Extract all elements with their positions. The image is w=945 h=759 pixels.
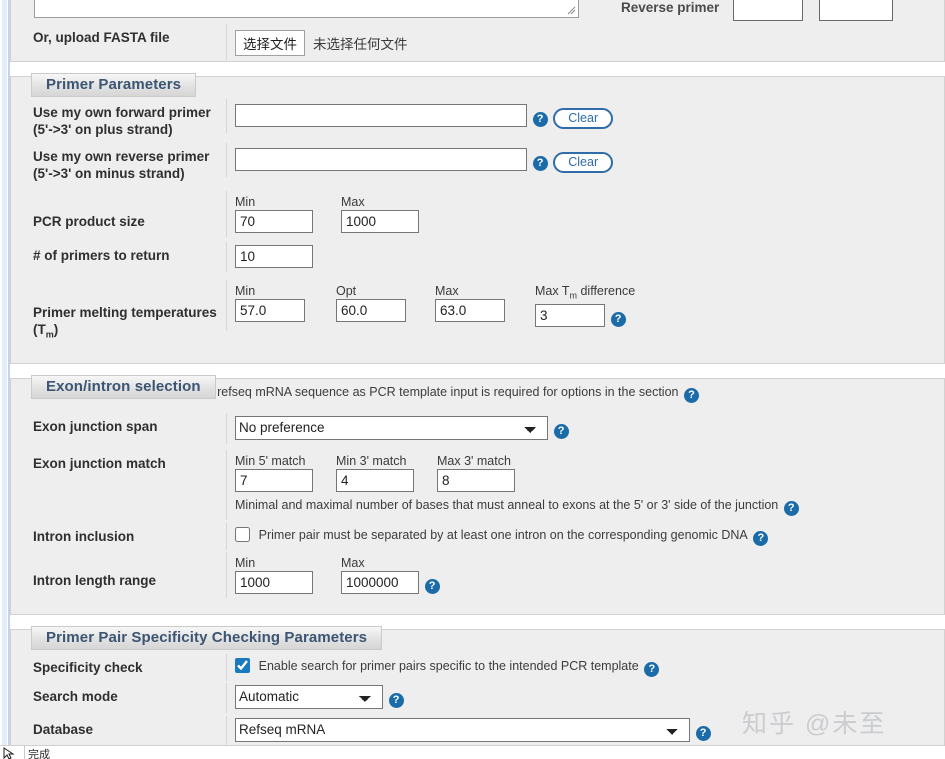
specificity-panel: Primer Pair Specificity Checking Paramet… [10,625,945,759]
exon-junction-match-help-icon[interactable]: ? [783,500,799,516]
tm-maxdiff-header-pre: Max T [535,284,570,298]
tm-opt-input[interactable] [336,299,406,322]
min5-match-header: Min 5' match [235,453,306,468]
forward-primer-label: Use my own forward primer (5'->3' on plu… [33,105,211,137]
reverse-primer-to-input[interactable] [819,0,893,21]
exon-junction-match-label: Exon junction match [33,455,166,471]
reverse-primer-input[interactable] [235,148,527,171]
reverse-primer-help-icon[interactable]: ? [532,156,548,171]
status-bar-divider [24,746,25,759]
pcr-product-size-max-input[interactable] [341,210,419,233]
min5-match-input[interactable] [235,468,313,492]
tm-maxdiff-header: Max Tm difference [535,284,635,304]
specificity-check-label: Specificity check [33,659,143,675]
forward-primer-input[interactable] [235,104,527,127]
melting-temp-label-text: Primer melting temperatures [33,305,217,320]
min3-match-input[interactable] [336,468,414,492]
tm-max-header: Max [435,284,459,298]
max3-match-input[interactable] [437,468,515,492]
clear-forward-primer-button[interactable]: Clear [553,108,614,129]
search-mode-label: Search mode [33,688,118,704]
cursor-icon [3,747,15,759]
search-mode-help-icon[interactable]: ? [388,693,404,709]
tm-min-header: Min [235,284,256,298]
melting-temp-label: Primer melting temperatures (Tm) [11,280,226,349]
tm-max-difference-input[interactable] [535,303,605,327]
intron-length-max-input[interactable] [341,570,419,594]
exon-junction-span-help-icon[interactable]: ? [553,424,569,440]
specificity-legend: Primer Pair Specificity Checking Paramet… [31,625,383,650]
tm-maxdiff-header-sub: m [569,290,578,301]
reverse-primer-own-label: Use my own reverse primer (5'->3' on min… [33,149,210,181]
exon-junction-span-select[interactable]: No preference [235,415,548,440]
intron-inclusion-checkbox-label: Primer pair must be separated by at leas… [258,527,748,542]
resize-grip-icon[interactable] [567,6,576,15]
tm-maxdiff-header-post: difference [577,284,636,298]
intron-length-help-icon[interactable]: ? [424,578,440,594]
num-primers-input[interactable] [235,245,313,268]
forward-primer-help-icon[interactable]: ? [532,112,548,127]
exon-intron-notice-help-icon[interactable]: ? [683,387,699,403]
intron-inclusion-help-icon[interactable]: ? [753,530,769,546]
exon-intron-notice-wrap: A refseq mRNA sequence as PCR template i… [206,384,701,403]
reverse-primer-label: Reverse primer [621,0,720,15]
primer-blast-page: Reverse primer Or, upload FASTA file 选择文… [0,0,945,759]
left-rail [0,0,10,745]
max3-match-header: Max 3' match [437,453,511,468]
reverse-primer-from-input[interactable] [733,0,803,21]
search-mode-select[interactable]: Automatic [235,684,383,709]
form-content: Reverse primer Or, upload FASTA file 选择文… [10,0,945,759]
pcr-product-size-min-input[interactable] [235,210,313,233]
min3-match-header: Min 3' match [336,453,407,468]
intron-length-range-label: Intron length range [33,572,156,588]
specificity-check-checkbox-label: Enable search for primer pairs specific … [258,658,639,673]
pcr-size-min-header: Min [235,195,256,209]
status-bar-text: 完成 [28,749,50,759]
melting-temp-tm-close: ) [53,322,59,337]
num-primers-label: # of primers to return [33,248,170,263]
exon-junction-span-label: Exon junction span [33,418,158,434]
intron-max-header: Max [341,555,365,570]
melting-temp-tm-open: (T [33,322,46,337]
specificity-check-help-icon[interactable]: ? [644,661,660,677]
exon-junction-match-note-wrap: Minimal and maximal number of bases that… [235,497,945,516]
tm-max-input[interactable] [435,299,505,322]
intron-min-header: Min [235,555,256,570]
template-panel-partial: Reverse primer Or, upload FASTA file 选择文… [10,0,945,62]
tm-min-input[interactable] [235,299,305,322]
tm-max-difference-help-icon[interactable]: ? [610,311,626,327]
tm-opt-header: Opt [336,284,357,298]
database-select[interactable]: Refseq mRNA [235,717,690,742]
database-label: Database [33,721,94,737]
database-help-icon[interactable]: ? [695,726,711,742]
primer-parameters-legend: Primer Parameters [31,73,197,97]
intron-inclusion-checkbox[interactable] [235,526,250,542]
exon-intron-legend: Exon/intron selection [31,374,216,399]
status-bar-swatch [2,745,22,746]
exon-junction-match-note: Minimal and maximal number of bases that… [235,497,779,512]
exon-intron-panel: Exon/intron selection A refseq mRNA sequ… [10,374,945,615]
clear-reverse-primer-button[interactable]: Clear [553,152,614,173]
template-sequence-textarea[interactable] [34,0,579,18]
pcr-size-max-header: Max [341,195,365,209]
left-rail-inner [2,0,7,745]
exon-intron-notice: A refseq mRNA sequence as PCR template i… [206,384,679,399]
pcr-product-size-label: PCR product size [33,214,145,229]
intron-length-min-input[interactable] [235,570,313,594]
intron-inclusion-label: Intron inclusion [33,528,135,544]
melting-temp-tm-sub: m [45,329,54,340]
specificity-check-checkbox[interactable] [235,657,250,673]
primer-parameters-panel: Primer Parameters Use my own forward pri… [10,73,945,364]
status-bar: 完成 [0,745,945,759]
